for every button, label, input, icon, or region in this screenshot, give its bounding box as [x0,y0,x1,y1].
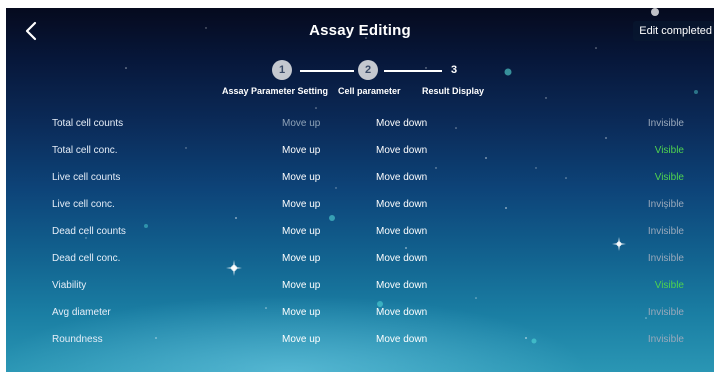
parameter-list: Total cell counts Move up Move down Invi… [6,112,714,355]
move-down-button[interactable]: Move down [376,226,427,237]
move-down-button[interactable]: Move down [376,253,427,264]
list-item: Roundness Move up Move down Invisible [6,328,714,355]
edit-completed-button[interactable]: Edit completed [633,21,714,41]
move-down-button[interactable]: Move down [376,145,427,156]
visibility-toggle[interactable]: Visible [655,172,684,183]
parameter-name: Live cell counts [52,172,121,183]
parameter-name: Total cell conc. [52,145,118,156]
parameter-name: Dead cell conc. [52,253,121,264]
move-down-button[interactable]: Move down [376,118,427,129]
visibility-toggle[interactable]: Invisible [648,199,684,210]
step-connector [384,70,442,72]
visibility-toggle[interactable]: Visible [655,145,684,156]
parameter-name: Roundness [52,334,103,345]
step-1-indicator: 1 [272,60,292,80]
parameter-name: Dead cell counts [52,226,126,237]
parameter-name: Live cell conc. [52,199,115,210]
app-screen: Assay Editing Edit completed 1 2 3 Assay… [6,8,714,372]
list-item: Total cell conc. Move up Move down Visib… [6,139,714,166]
step-3-indicator: 3 [450,64,458,76]
move-up-button[interactable]: Move up [282,199,320,210]
visibility-toggle[interactable]: Visible [655,280,684,291]
list-item: Viability Move up Move down Visible [6,274,714,301]
parameter-name: Viability [52,280,87,291]
list-item: Dead cell conc. Move up Move down Invisi… [6,247,714,274]
top-bar: Assay Editing Edit completed [6,8,714,54]
step-2-label: Cell parameter [338,86,401,96]
move-down-button[interactable]: Move down [376,172,427,183]
move-up-button[interactable]: Move up [282,145,320,156]
visibility-toggle[interactable]: Invisible [648,118,684,129]
move-up-button[interactable]: Move up [282,226,320,237]
move-up-button[interactable]: Move up [282,280,320,291]
move-up-button[interactable]: Move up [282,334,320,345]
move-up-button[interactable]: Move up [282,253,320,264]
visibility-toggle[interactable]: Invisible [648,226,684,237]
progress-stepper: 1 2 3 Assay Parameter Setting Cell param… [6,60,714,100]
move-up-button[interactable]: Move up [282,118,320,129]
move-down-button[interactable]: Move down [376,280,427,291]
visibility-toggle[interactable]: Invisible [648,334,684,345]
move-down-button[interactable]: Move down [376,307,427,318]
move-down-button[interactable]: Move down [376,334,427,345]
step-2-indicator: 2 [358,60,378,80]
step-connector [300,70,354,72]
list-item: Total cell counts Move up Move down Invi… [6,112,714,139]
list-item: Avg diameter Move up Move down Invisible [6,301,714,328]
page-title: Assay Editing [309,22,411,39]
move-up-button[interactable]: Move up [282,307,320,318]
move-down-button[interactable]: Move down [376,199,427,210]
list-item: Live cell conc. Move up Move down Invisi… [6,193,714,220]
parameter-name: Avg diameter [52,307,111,318]
move-up-button[interactable]: Move up [282,172,320,183]
visibility-toggle[interactable]: Invisible [648,253,684,264]
list-item: Dead cell counts Move up Move down Invis… [6,220,714,247]
step-1-label: Assay Parameter Setting [222,86,329,96]
parameter-name: Total cell counts [52,118,124,129]
step-3-label: Result Display [422,86,485,96]
list-item: Live cell counts Move up Move down Visib… [6,166,714,193]
visibility-toggle[interactable]: Invisible [648,307,684,318]
